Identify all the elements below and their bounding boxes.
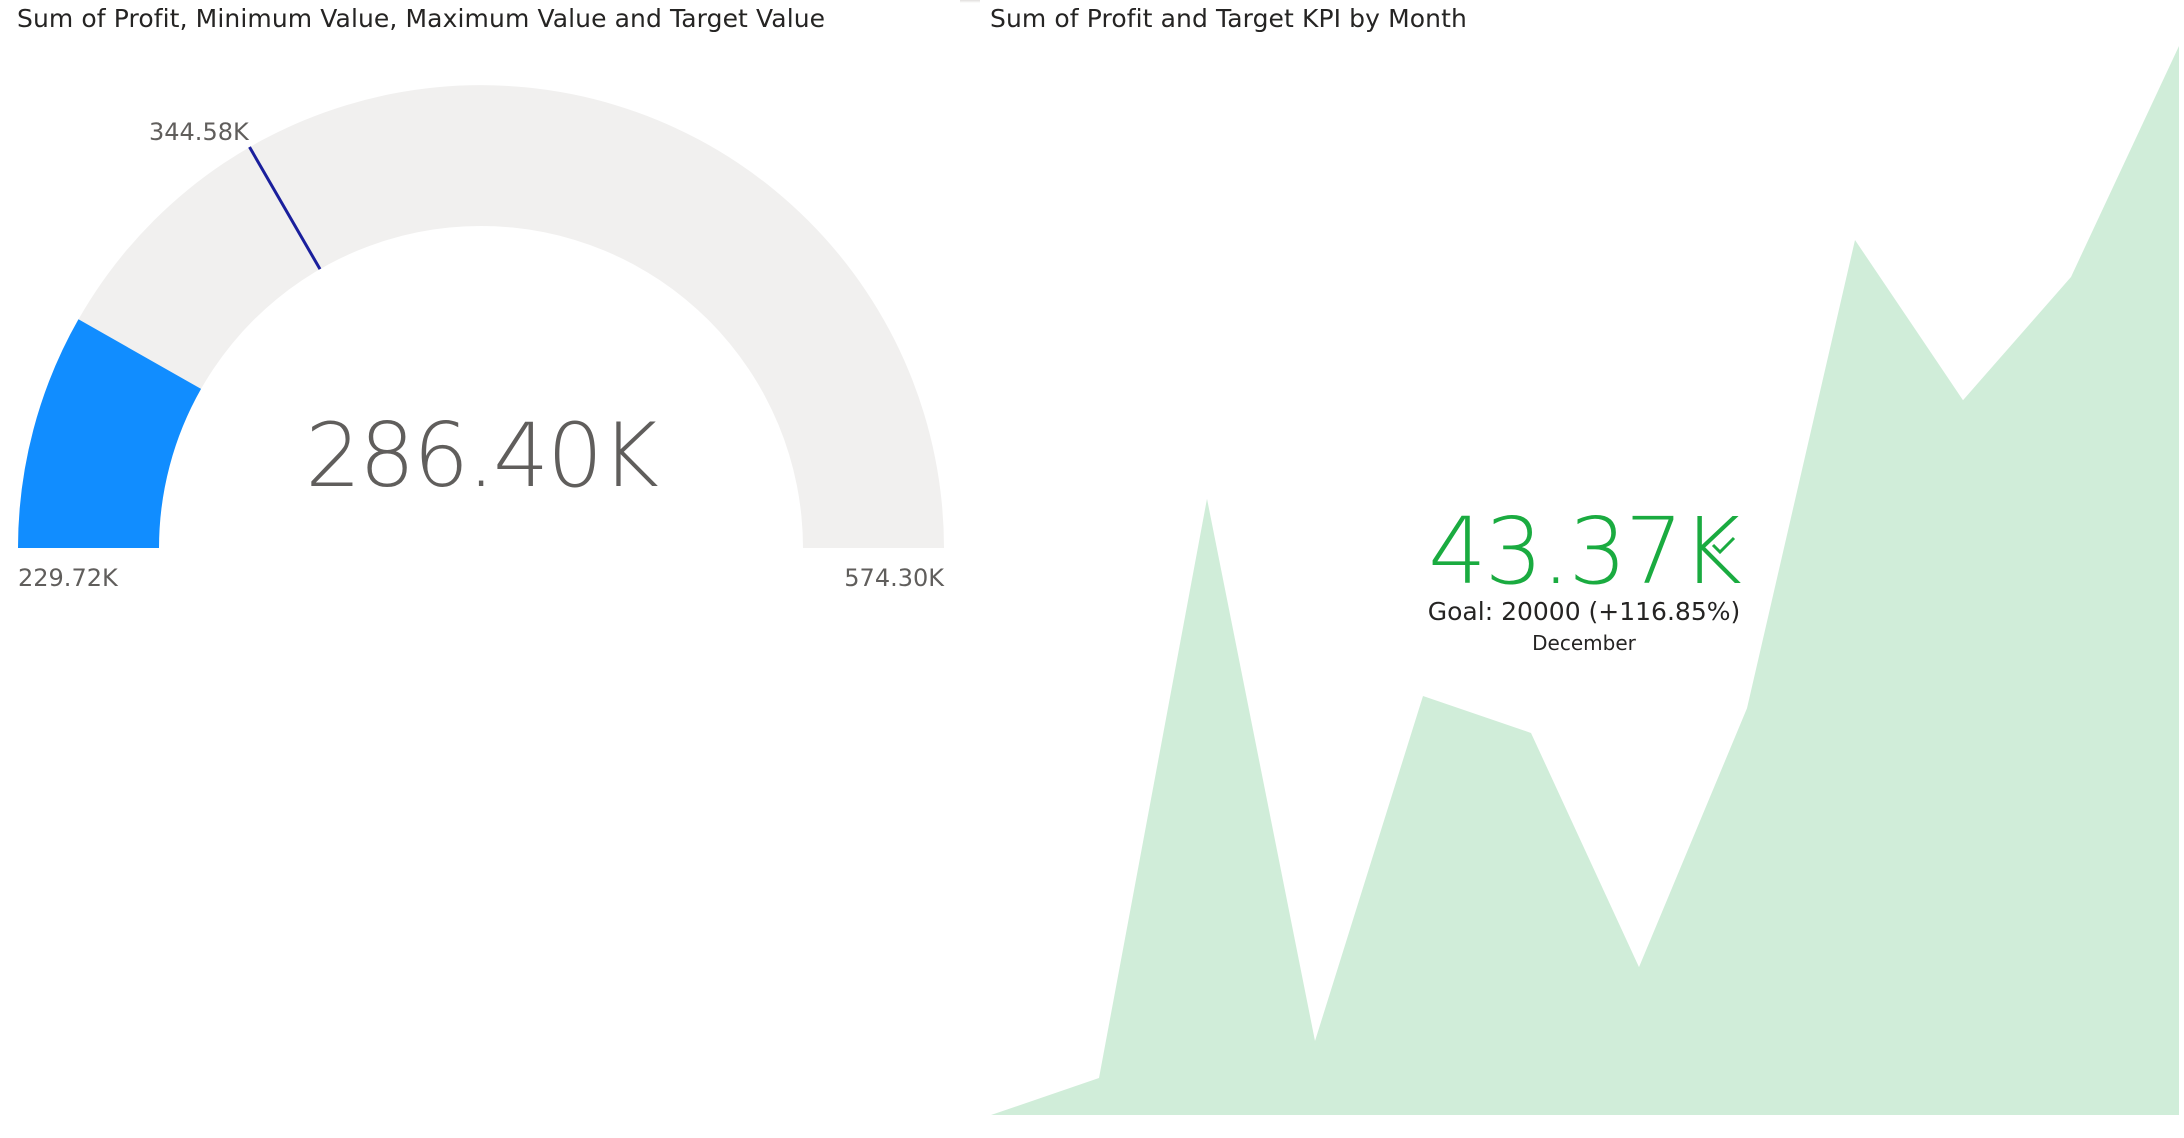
gauge-target-label: 344.58K — [149, 118, 250, 146]
gauge-value: 286.40K — [305, 404, 658, 507]
kpi-value: 43.37K — [1428, 498, 1741, 605]
kpi-visual[interactable]: Sum of Profit and Target KPI by Month 43… — [980, 0, 2184, 1138]
gauge-max-label: 574.30K — [844, 564, 945, 592]
kpi-period-label: December — [1532, 631, 1636, 655]
kpi-goal-label: Goal: 20000 (+116.85%) — [1428, 597, 1740, 626]
kpi-chart[interactable]: 43.37K Goal: 20000 (+116.85%) December — [980, 0, 2184, 1138]
gauge-min-label: 229.72K — [18, 564, 119, 592]
gauge-chart[interactable]: 344.58K 286.40K 229.72K 574.30K — [0, 0, 960, 640]
gauge-visual[interactable]: Sum of Profit, Minimum Value, Maximum Va… — [0, 0, 960, 1138]
